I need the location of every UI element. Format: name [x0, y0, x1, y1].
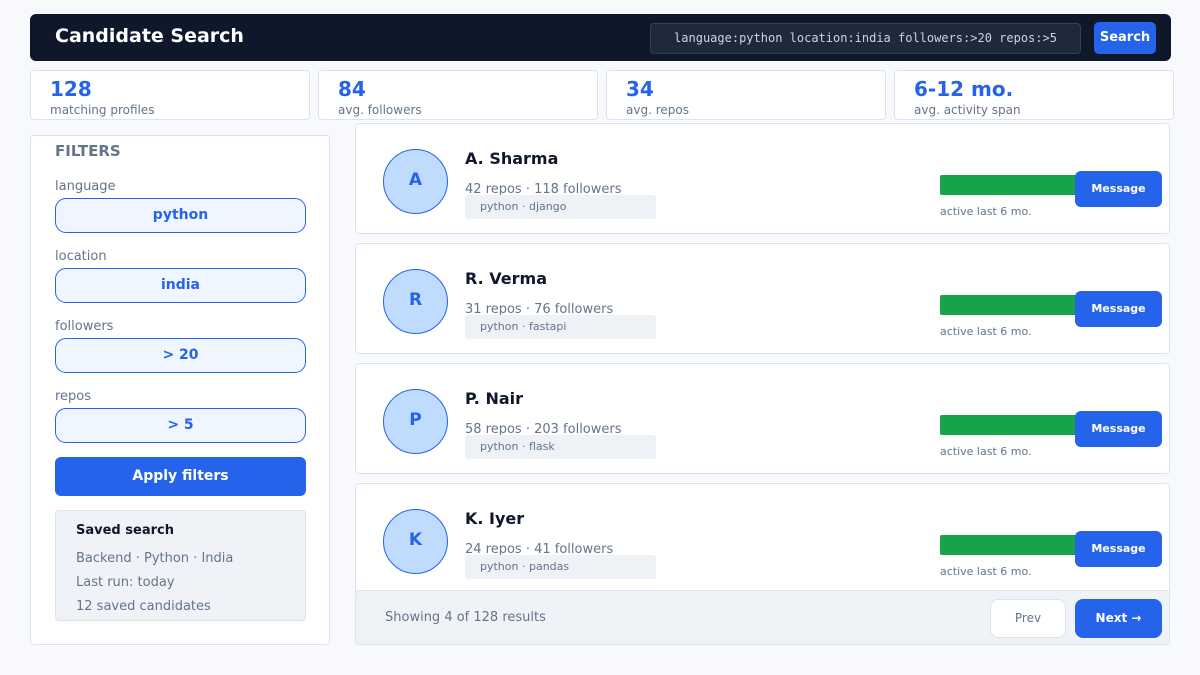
saved-search-title: Saved search [76, 523, 174, 538]
filters-heading: FILTERS [55, 142, 121, 160]
message-button[interactable]: Message [1075, 411, 1162, 447]
candidate-card[interactable]: K K. Iyer 24 repos · 41 followers python… [355, 483, 1170, 594]
stat-card-matching-profiles: 128 matching profiles [30, 70, 310, 120]
stat-label: avg. followers [338, 103, 422, 117]
next-page-button[interactable]: Next → [1075, 599, 1162, 638]
candidate-tags: python · flask [465, 435, 656, 459]
results-footer: Showing 4 of 128 results Prev Next → [355, 590, 1170, 645]
activity-bar [940, 175, 1080, 195]
saved-search-line: Last run: today [76, 575, 175, 590]
candidate-tags: python · fastapi [465, 315, 656, 339]
filter-followers-field[interactable]: > 20 [55, 338, 306, 373]
filter-language-field[interactable]: python [55, 198, 306, 233]
saved-search-line: Backend · Python · India [76, 551, 234, 566]
stat-card-avg-repos: 34 avg. repos [606, 70, 886, 120]
page-title: Candidate Search [55, 25, 244, 47]
activity-bar-fill [940, 295, 1080, 315]
search-button[interactable]: Search [1094, 22, 1156, 54]
results-count: Showing 4 of 128 results [385, 610, 546, 625]
stat-value: 128 [50, 77, 92, 101]
filter-label-repos: repos [55, 389, 92, 404]
avatar: A [383, 149, 448, 214]
candidate-name[interactable]: K. Iyer [465, 509, 524, 528]
candidate-name[interactable]: R. Verma [465, 269, 547, 288]
search-input[interactable]: language:python location:india followers… [650, 23, 1081, 54]
stat-label: matching profiles [50, 103, 155, 117]
saved-search-line: 12 saved candidates [76, 599, 211, 614]
top-bar: Candidate Search language:python locatio… [30, 14, 1171, 61]
stat-value: 6-12 mo. [914, 77, 1014, 101]
candidate-name[interactable]: P. Nair [465, 389, 523, 408]
filter-label-language: language [55, 179, 116, 194]
message-button[interactable]: Message [1075, 171, 1162, 207]
filter-label-followers: followers [55, 319, 114, 334]
activity-text: active last 6 mo. [940, 565, 1032, 578]
candidate-tags: python · pandas [465, 555, 656, 579]
prev-page-button[interactable]: Prev [990, 599, 1066, 638]
saved-search-box[interactable]: Saved search Backend · Python · India La… [55, 510, 306, 621]
activity-bar-fill [940, 535, 1080, 555]
candidate-card[interactable]: P P. Nair 58 repos · 203 followers pytho… [355, 363, 1170, 474]
activity-bar [940, 535, 1080, 555]
message-button[interactable]: Message [1075, 291, 1162, 327]
candidate-card[interactable]: A A. Sharma 42 repos · 118 followers pyt… [355, 123, 1170, 234]
stat-card-activity-span: 6-12 mo. avg. activity span [894, 70, 1174, 120]
message-button[interactable]: Message [1075, 531, 1162, 567]
avatar: K [383, 509, 448, 574]
stat-value: 84 [338, 77, 366, 101]
stat-label: avg. repos [626, 103, 689, 117]
candidate-name[interactable]: A. Sharma [465, 149, 558, 168]
filter-location-field[interactable]: india [55, 268, 306, 303]
activity-bar-fill [940, 415, 1080, 435]
filter-label-location: location [55, 249, 107, 264]
activity-bar-fill [940, 175, 1080, 195]
activity-text: active last 6 mo. [940, 205, 1032, 218]
filters-panel: FILTERS language python location india f… [30, 135, 330, 645]
activity-bar [940, 415, 1080, 435]
stat-label: avg. activity span [914, 103, 1021, 117]
avatar: R [383, 269, 448, 334]
stat-card-avg-followers: 84 avg. followers [318, 70, 598, 120]
avatar: P [383, 389, 448, 454]
activity-bar [940, 295, 1080, 315]
candidate-tags: python · django [465, 195, 656, 219]
filter-repos-field[interactable]: > 5 [55, 408, 306, 443]
stat-value: 34 [626, 77, 654, 101]
activity-text: active last 6 mo. [940, 445, 1032, 458]
apply-filters-button[interactable]: Apply filters [55, 457, 306, 496]
activity-text: active last 6 mo. [940, 325, 1032, 338]
candidate-card[interactable]: R R. Verma 31 repos · 76 followers pytho… [355, 243, 1170, 354]
